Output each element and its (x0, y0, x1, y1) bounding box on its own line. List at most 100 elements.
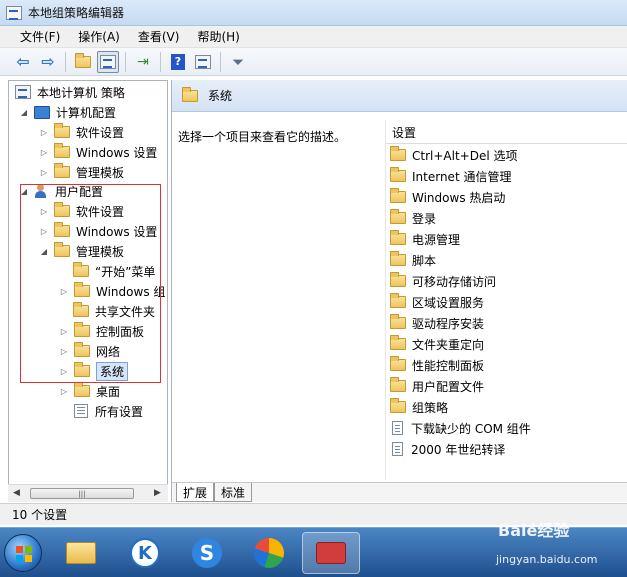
list-item[interactable]: 用户配置文件 (390, 376, 484, 396)
tree-item-computer-software[interactable]: ▷ 软件设置 (39, 122, 124, 142)
description-text: 选择一个项目来查看它的描述。 (178, 130, 347, 144)
tree-item-root[interactable]: 本地计算机 策略 (15, 82, 125, 102)
list-item[interactable]: 性能控制面板 (390, 355, 484, 375)
settings-list[interactable]: 设置 Ctrl+Alt+Del 选项 Internet 通信管理 Windows… (385, 120, 627, 480)
folder-icon (74, 362, 90, 377)
list-item-label: 用户配置文件 (412, 379, 485, 394)
tree-item-label: 控制面板 (96, 324, 145, 339)
tree-item-computer-config[interactable]: ◢ 计算机配置 (19, 102, 116, 122)
taskbar-group-policy[interactable] (302, 532, 360, 574)
export-list-button[interactable]: ⇥ (132, 51, 154, 73)
menu-action[interactable]: 操作(A) (68, 26, 128, 47)
collapsed-triangle-icon[interactable]: ▷ (59, 366, 69, 376)
tree-item-computer-admin[interactable]: ▷ 管理模板 (39, 162, 124, 182)
folder-icon (390, 356, 406, 371)
collapsed-triangle-icon[interactable]: ▷ (39, 167, 49, 177)
folder-explorer-icon (66, 542, 96, 564)
filter-icon: ⏷ (231, 52, 244, 71)
tree-item-label: Windows 设置 (76, 224, 158, 239)
tree-item-user-windows[interactable]: ▷ Windows 设置 (39, 221, 157, 241)
policy-setting-icon (392, 421, 403, 435)
tree-item-label: 软件设置 (76, 204, 125, 219)
list-item[interactable]: 脚本 (390, 250, 436, 270)
collapsed-triangle-icon[interactable]: ▷ (39, 147, 49, 157)
list-item[interactable]: 电源管理 (390, 229, 460, 249)
folder-icon (182, 86, 198, 102)
details-pane: 系统 选择一个项目来查看它的描述。 设置 Ctrl+Alt+Del 选项 Int… (171, 80, 627, 502)
scroll-left-arrow-icon[interactable]: ◀ (13, 488, 20, 498)
column-header-setting[interactable]: 设置 (386, 122, 627, 144)
list-item[interactable]: 登录 (390, 208, 436, 228)
scroll-thumb[interactable]: ||| (30, 488, 134, 499)
up-level-button[interactable] (72, 51, 94, 73)
folder-icon (390, 146, 406, 161)
collapsed-triangle-icon[interactable]: ▷ (39, 206, 49, 216)
tree-horizontal-scrollbar[interactable]: ◀ ||| ▶ (8, 484, 168, 502)
collapsed-triangle-icon[interactable]: ▷ (59, 386, 69, 396)
list-item[interactable]: 组策略 (390, 397, 448, 417)
tree-item-network[interactable]: ▷ 网络 (59, 341, 120, 361)
taskbar-explorer[interactable] (52, 532, 110, 574)
menu-help[interactable]: 帮助(H) (187, 26, 247, 47)
tab-standard[interactable]: 标准 (214, 483, 253, 502)
tree-item-label: 管理模板 (76, 244, 125, 259)
list-item[interactable]: Windows 热启动 (390, 187, 505, 207)
menu-view[interactable]: 查看(V) (128, 26, 188, 47)
list-item[interactable]: 2000 年世纪转译 (390, 439, 505, 459)
list-item[interactable]: Ctrl+Alt+Del 选项 (390, 145, 517, 165)
collapsed-triangle-icon[interactable]: ▷ (59, 346, 69, 356)
menu-file[interactable]: 文件(F) (10, 26, 68, 47)
toolbox-icon (316, 542, 346, 564)
collapsed-triangle-icon[interactable]: ▷ (59, 326, 69, 336)
list-item[interactable]: 下载缺少的 COM 组件 (390, 418, 531, 438)
expanded-triangle-icon[interactable]: ◢ (19, 186, 29, 196)
taskbar-sogou[interactable]: S (178, 532, 236, 574)
toolbar: ⇦ ⇨ ⇥ ? ⏷ (0, 48, 627, 76)
tree-item-computer-windows[interactable]: ▷ Windows 设置 (39, 142, 157, 162)
start-button[interactable] (4, 534, 42, 572)
expanded-triangle-icon[interactable]: ◢ (19, 107, 29, 117)
details-header: 系统 (172, 80, 627, 112)
tree-item-desktop[interactable]: ▷ 桌面 (59, 381, 120, 401)
back-button[interactable]: ⇦ (12, 51, 34, 73)
folder-icon (390, 335, 406, 350)
tree-item-windows-components[interactable]: ▷ Windows 组 (59, 281, 165, 301)
folder-icon (390, 167, 406, 182)
collapsed-triangle-icon[interactable]: ▷ (39, 127, 49, 137)
tree-item-control-panel[interactable]: ▷ 控制面板 (59, 321, 144, 341)
tree-item-label: 计算机配置 (56, 105, 117, 120)
title-bar[interactable]: 本地组策略编辑器 (0, 0, 627, 26)
taskbar-k-app[interactable]: K (116, 532, 174, 574)
list-item-label: 下载缺少的 COM 组件 (411, 421, 531, 436)
tree-item-start-menu[interactable]: “开始”菜单 (73, 261, 155, 281)
toolbar-separator (160, 51, 161, 72)
tree-item-system[interactable]: ▷ 系统 (59, 361, 129, 381)
tab-extended[interactable]: 扩展 (176, 483, 215, 502)
list-item[interactable]: Internet 通信管理 (390, 166, 511, 186)
collapsed-triangle-icon[interactable]: ▷ (59, 286, 69, 296)
expanded-triangle-icon[interactable]: ◢ (39, 246, 49, 256)
tree-item-user-software[interactable]: ▷ 软件设置 (39, 201, 124, 221)
taskbar-browser[interactable] (240, 532, 298, 574)
folder-icon (54, 202, 70, 217)
properties-icon (195, 54, 211, 69)
folder-icon (54, 163, 70, 178)
list-item-label: 登录 (412, 211, 437, 226)
properties-button[interactable] (192, 51, 214, 73)
tree-item-all-settings[interactable]: 所有设置 (74, 401, 143, 421)
filter-button[interactable]: ⏷ (227, 51, 249, 73)
tree-pane[interactable]: 本地计算机 策略 ◢ 计算机配置 ▷ 软件设置 ▷ Windows 设置 ▷ 管… (8, 80, 168, 502)
tree-item-user-config[interactable]: ◢ 用户配置 (19, 181, 103, 201)
show-hide-tree-button[interactable] (97, 50, 119, 73)
forward-button[interactable]: ⇨ (37, 51, 59, 73)
scroll-right-arrow-icon[interactable]: ▶ (154, 488, 161, 498)
help-button[interactable]: ? (167, 51, 189, 73)
tree-item-user-admin[interactable]: ◢ 管理模板 (39, 241, 124, 261)
list-item[interactable]: 文件夹重定向 (390, 334, 484, 354)
list-item[interactable]: 区域设置服务 (390, 292, 484, 312)
list-item[interactable]: 可移动存储访问 (390, 271, 496, 291)
collapsed-triangle-icon[interactable]: ▷ (39, 226, 49, 236)
list-item[interactable]: 驱动程序安装 (390, 313, 484, 333)
tree-item-shared-folders[interactable]: 共享文件夹 (73, 301, 155, 321)
policy-setting-icon (392, 442, 403, 456)
